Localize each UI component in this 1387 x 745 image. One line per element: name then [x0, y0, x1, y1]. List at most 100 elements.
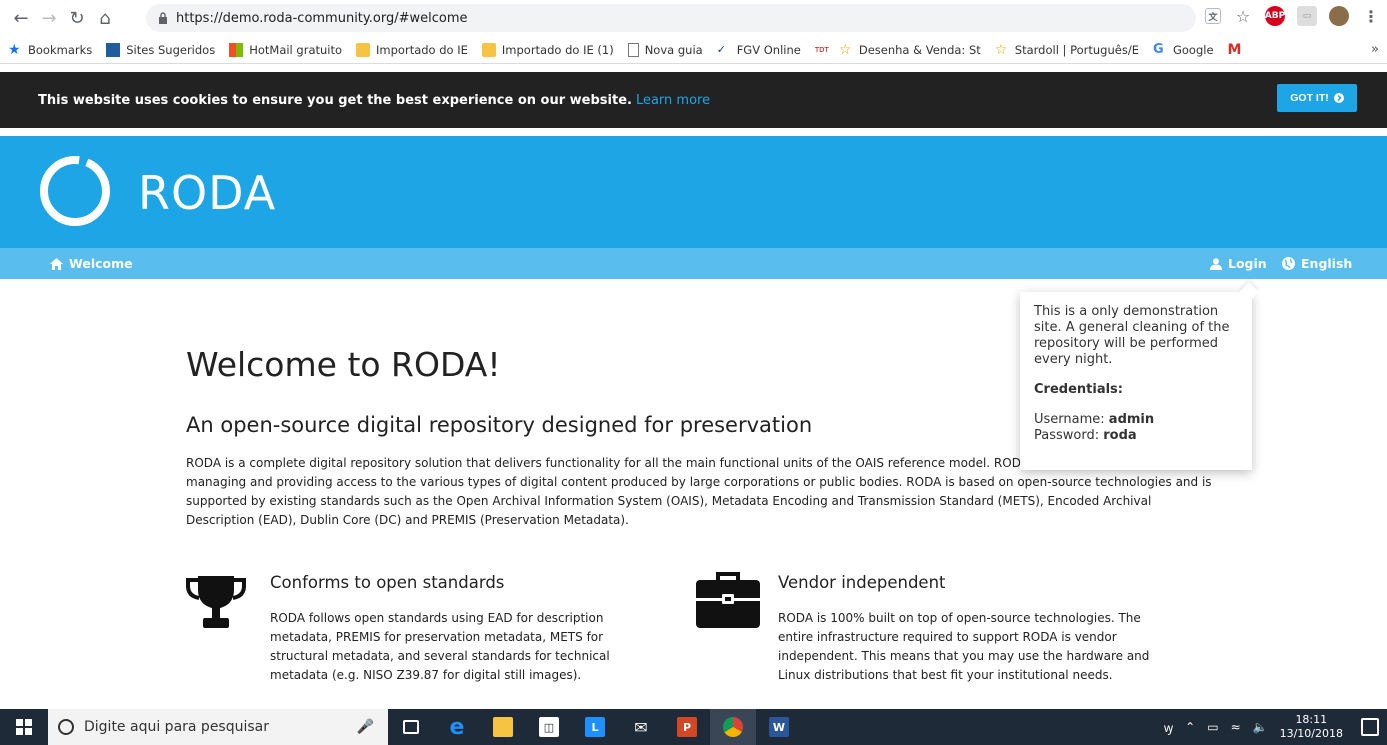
people-icon[interactable]: ꝡ [1164, 719, 1173, 736]
store-icon: ◫ [539, 717, 559, 737]
task-view-icon [403, 720, 419, 734]
edge-icon: e [449, 714, 465, 740]
mail-button[interactable]: ✉ [618, 709, 664, 745]
popover-arrow [1239, 282, 1259, 302]
battery-icon[interactable]: ▭ [1207, 720, 1218, 734]
home-icon [50, 257, 63, 270]
folder-icon [481, 42, 496, 57]
translate-icon[interactable]: 文 [1205, 8, 1221, 24]
username-value: admin [1108, 412, 1155, 427]
site-header: RODA [0, 136, 1387, 248]
learn-more-link[interactable]: Learn more [636, 93, 710, 108]
bookmark-item[interactable]: Sites Sugeridos [106, 42, 215, 57]
google-icon: G [1152, 41, 1164, 57]
feature-title: Vendor independent [778, 573, 946, 592]
pdf-icon[interactable]: ▭ [1297, 6, 1317, 26]
start-button[interactable] [0, 709, 48, 745]
bookmark-item[interactable]: ✓ FGV Online [717, 43, 801, 57]
windows-icon [16, 719, 32, 735]
globe-icon [1282, 257, 1295, 270]
cookie-banner: This website uses cookies to ensure you … [0, 72, 1387, 128]
credentials-title: Credentials: [1034, 382, 1123, 397]
edge-button[interactable]: e [434, 709, 480, 745]
windows-taskbar: Digite aqui para pesquisar 🎤 e ◫ L ✉ P W… [0, 709, 1387, 745]
bookmark-item[interactable]: M [1228, 42, 1242, 58]
l-app-icon: L [585, 717, 605, 737]
bookmarks-bar: ★ Bookmarks Sites Sugeridos HotMail gratu… [0, 36, 1387, 64]
nav-login[interactable]: Login [1210, 256, 1267, 271]
fgv-icon: ✓ [716, 42, 726, 56]
cortana-icon [58, 719, 74, 735]
feature-text: RODA follows open standards using EAD fo… [270, 611, 610, 682]
roda-logo-icon[interactable] [38, 154, 112, 228]
reload-button[interactable]: ↻ [64, 5, 90, 31]
url-text: https://demo.roda-community.org/#welcome [176, 10, 468, 26]
arrow-circle-icon [1333, 93, 1344, 103]
home-button[interactable]: ⌂ [92, 5, 118, 31]
chrome-button[interactable] [710, 709, 756, 745]
powerpoint-icon: P [677, 717, 697, 737]
star-icon[interactable]: ☆ [1233, 6, 1253, 26]
clock[interactable]: 18:11 13/10/2018 [1280, 713, 1343, 741]
folder-icon [493, 717, 513, 737]
nav-welcome[interactable]: Welcome [50, 256, 133, 271]
bookmark-item[interactable]: TDT ☆ Desenha & Venda: St [815, 43, 981, 57]
user-icon [1210, 257, 1222, 270]
tdt-icon: TDT [814, 45, 829, 54]
windows-icon [229, 42, 244, 57]
app-l-button[interactable]: L [572, 709, 618, 745]
chevron-up-icon[interactable]: ⌃ [1185, 720, 1195, 734]
cookie-text: This website uses cookies to ensure you … [38, 92, 632, 108]
avatar[interactable] [1329, 6, 1349, 26]
folder-icon [356, 42, 371, 57]
username-row: Username: admin [1034, 412, 1155, 427]
word-icon: W [769, 717, 789, 737]
back-button[interactable]: ← [8, 5, 34, 31]
file-explorer-button[interactable] [480, 709, 526, 745]
lock-icon [159, 12, 167, 24]
password-row: Password: roda [1034, 428, 1137, 443]
bing-icon [106, 42, 121, 57]
demo-credentials-popover: This is a only demonstration site. A gen… [1020, 282, 1259, 470]
bookmark-item[interactable]: ☆ Stardoll | Português/E [995, 43, 1139, 57]
gmail-icon: M [1227, 41, 1242, 58]
feature-title: Conforms to open standards [270, 573, 505, 592]
word-button[interactable]: W [756, 709, 802, 745]
address-bar[interactable]: https://demo.roda-community.org/#welcome [146, 4, 1196, 32]
volume-icon[interactable]: 🔈 [1253, 720, 1268, 734]
powerpoint-button[interactable]: P [664, 709, 710, 745]
got-it-button[interactable]: GOT IT! [1277, 84, 1357, 112]
browser-toolbar: ← → ↻ ⌂ https://demo.roda-community.org/… [0, 0, 1387, 36]
bookmarks-more-button[interactable]: » [1371, 42, 1379, 57]
brand-name[interactable]: RODA [138, 166, 276, 220]
trophy-icon [186, 576, 246, 628]
stardoll-icon: ☆ [994, 41, 1008, 58]
star-icon: ★ [8, 41, 21, 58]
taskbar-search-input[interactable]: Digite aqui para pesquisar 🎤 [48, 709, 388, 745]
page-subtitle: An open-source digital repository design… [186, 413, 813, 437]
popover-message: This is a only demonstration site. A gen… [1034, 304, 1230, 367]
forward-button[interactable]: → [36, 5, 62, 31]
password-value: roda [1103, 428, 1137, 443]
chrome-icon [723, 717, 743, 737]
bookmark-item[interactable]: G Google [1152, 41, 1214, 57]
store-button[interactable]: ◫ [526, 709, 572, 745]
mail-icon: ✉ [634, 717, 648, 737]
extension-area: 文 ☆ ABP ▭ ⋮ [1205, 6, 1381, 26]
page-icon [627, 42, 639, 57]
bookmark-item[interactable]: ★ Bookmarks [8, 43, 92, 57]
bookmark-item[interactable]: HotMail gratuito [229, 42, 342, 57]
bookmark-item[interactable]: Importado do IE [356, 42, 468, 57]
main-nav: Welcome Login English [0, 248, 1387, 279]
bookmark-item[interactable]: Nova guia [627, 42, 703, 57]
bookmark-item[interactable]: Importado do IE (1) [481, 42, 614, 57]
page-title: Welcome to RODA! [186, 345, 501, 384]
wifi-icon[interactable]: ≈ [1231, 720, 1241, 734]
briefcase-icon [696, 572, 760, 628]
notification-icon[interactable] [1361, 718, 1379, 736]
menu-icon[interactable]: ⋮ [1361, 6, 1381, 26]
nav-language[interactable]: English [1282, 256, 1352, 271]
microphone-icon[interactable]: 🎤 [357, 719, 374, 735]
adblock-icon[interactable]: ABP [1265, 6, 1285, 26]
task-view-button[interactable] [388, 709, 434, 745]
